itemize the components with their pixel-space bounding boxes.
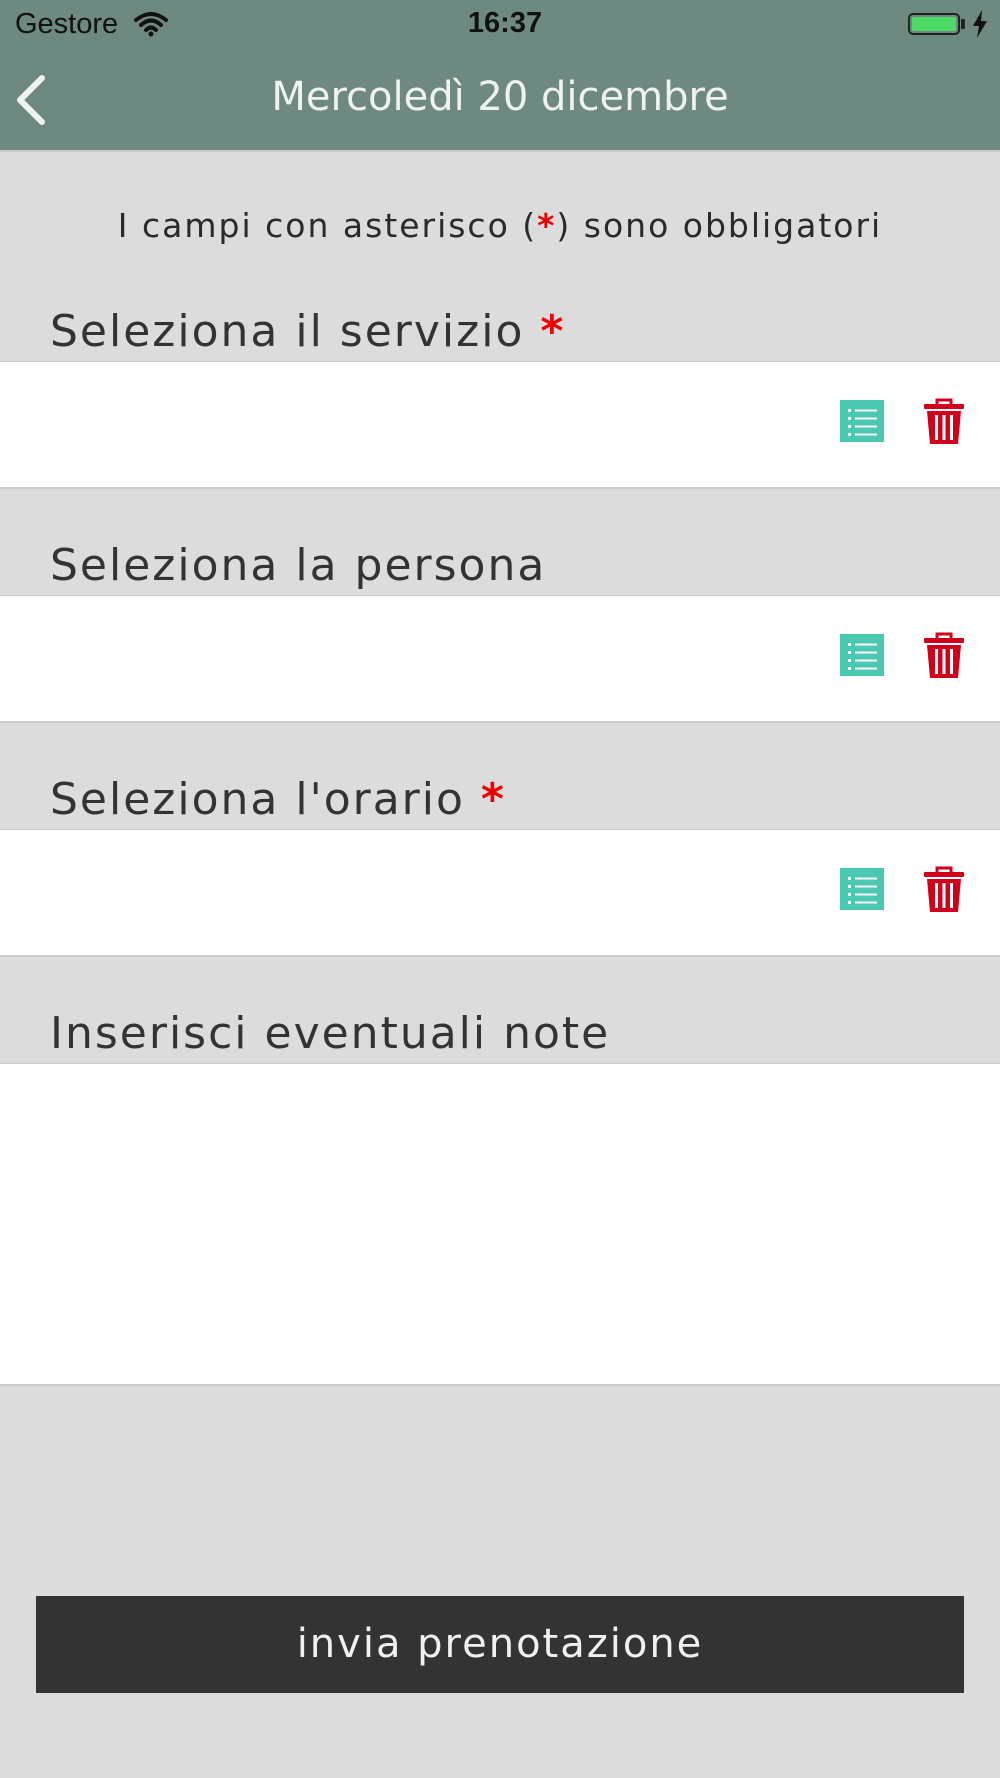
service-field[interactable] bbox=[0, 361, 1000, 489]
person-field[interactable] bbox=[0, 595, 1000, 723]
trash-icon[interactable] bbox=[922, 632, 966, 680]
trash-icon[interactable] bbox=[922, 866, 966, 914]
list-icon[interactable] bbox=[840, 400, 884, 442]
required-notice: I campi con asterisco (*) sono obbligato… bbox=[0, 206, 1000, 245]
time-slot-label-text: Seleziona l'orario bbox=[50, 774, 465, 825]
service-label: Seleziona il servizio * bbox=[50, 306, 565, 357]
service-label-text: Seleziona il servizio bbox=[50, 306, 525, 357]
time-slot-required-mark: * bbox=[480, 774, 506, 825]
notes-textarea[interactable] bbox=[0, 1063, 1000, 1386]
notes-label-text: Inserisci eventuali note bbox=[50, 1008, 611, 1059]
required-asterisk: * bbox=[537, 206, 557, 245]
notice-text-after: ) sono obbligatori bbox=[556, 206, 883, 245]
list-icon[interactable] bbox=[840, 868, 884, 910]
battery-tip bbox=[961, 19, 965, 29]
nav-header: Gestore 16:37 Mercoledì 20 dicembre bbox=[0, 0, 1000, 152]
status-time: 16:37 bbox=[467, 7, 543, 39]
service-required-mark: * bbox=[540, 306, 566, 357]
time-slot-field[interactable] bbox=[0, 829, 1000, 957]
list-icon[interactable] bbox=[840, 634, 884, 676]
notice-text-before: I campi con asterisco ( bbox=[117, 206, 538, 245]
battery-icon bbox=[908, 13, 960, 35]
charging-icon bbox=[972, 10, 988, 45]
page-title: Mercoledì 20 dicembre bbox=[271, 74, 729, 120]
trash-icon[interactable] bbox=[922, 398, 966, 446]
person-label-text: Seleziona la persona bbox=[50, 540, 547, 591]
time-slot-label: Seleziona l'orario * bbox=[50, 774, 506, 825]
person-label: Seleziona la persona bbox=[50, 540, 546, 591]
notes-label: Inserisci eventuali note bbox=[50, 1008, 610, 1059]
status-bar: Gestore 16:37 bbox=[0, 0, 1000, 50]
submit-booking-button[interactable]: invia prenotazione bbox=[36, 1596, 964, 1693]
